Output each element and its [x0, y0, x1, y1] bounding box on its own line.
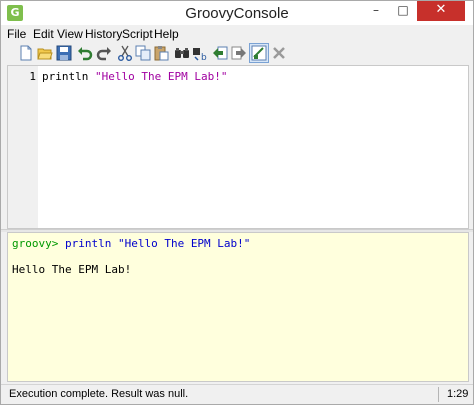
- menu-history[interactable]: History: [85, 27, 122, 41]
- cut-icon[interactable]: [117, 45, 133, 61]
- menu-help[interactable]: Help: [154, 27, 179, 41]
- copy-icon[interactable]: [135, 45, 151, 61]
- output-result: Hello The EPM Lab!: [12, 263, 132, 276]
- code-string-literal: "Hello The EPM Lab!": [94, 70, 228, 83]
- menu-bar: File Edit View History Script Help: [1, 25, 473, 43]
- maximize-button[interactable]: □: [390, 1, 416, 21]
- undo-icon[interactable]: [77, 45, 93, 61]
- groovy-prompt: groovy>: [12, 237, 59, 250]
- caret-position: 1:29: [447, 388, 469, 400]
- menu-edit[interactable]: Edit: [33, 27, 54, 41]
- groovy-console-window: G GroovyConsole – □ ✕ File Edit View His…: [0, 0, 474, 405]
- status-bar: Execution complete. Result was null. 1:2…: [1, 384, 473, 404]
- minimize-button[interactable]: –: [363, 1, 389, 21]
- code-keyword: println: [42, 70, 89, 83]
- interrupt-icon[interactable]: [271, 45, 287, 61]
- code-line[interactable]: println "Hello The EPM Lab!": [42, 70, 227, 83]
- menu-view[interactable]: View: [57, 27, 83, 41]
- output-pane[interactable]: groovy> println "Hello The EPM Lab!" Hel…: [7, 232, 469, 382]
- new-document-icon[interactable]: [18, 45, 34, 61]
- history-next-icon[interactable]: [231, 45, 247, 61]
- svg-text:b: b: [201, 53, 207, 61]
- output-echo-line: groovy> println "Hello The EPM Lab!": [12, 237, 250, 250]
- menu-file[interactable]: File: [7, 27, 26, 41]
- history-previous-icon[interactable]: [212, 45, 228, 61]
- replace-icon[interactable]: b: [192, 45, 208, 61]
- title-bar[interactable]: G GroovyConsole – □ ✕: [1, 1, 473, 25]
- close-button[interactable]: ✕: [417, 1, 465, 21]
- toolbar: b: [1, 43, 473, 65]
- menu-script[interactable]: Script: [122, 27, 153, 41]
- redo-icon[interactable]: [96, 45, 112, 61]
- status-divider: [438, 387, 439, 402]
- script-editor[interactable]: 1 println "Hello The EPM Lab!": [7, 65, 469, 229]
- status-message: Execution complete. Result was null.: [9, 388, 189, 400]
- open-folder-icon[interactable]: [37, 45, 53, 61]
- paste-icon[interactable]: [153, 45, 169, 61]
- save-icon[interactable]: [56, 45, 72, 61]
- find-icon[interactable]: [174, 45, 190, 61]
- clear-output-icon[interactable]: [249, 43, 269, 63]
- echoed-command: println "Hello The EPM Lab!": [64, 237, 251, 250]
- line-number-gutter: 1: [8, 66, 38, 228]
- line-number: 1: [29, 70, 36, 83]
